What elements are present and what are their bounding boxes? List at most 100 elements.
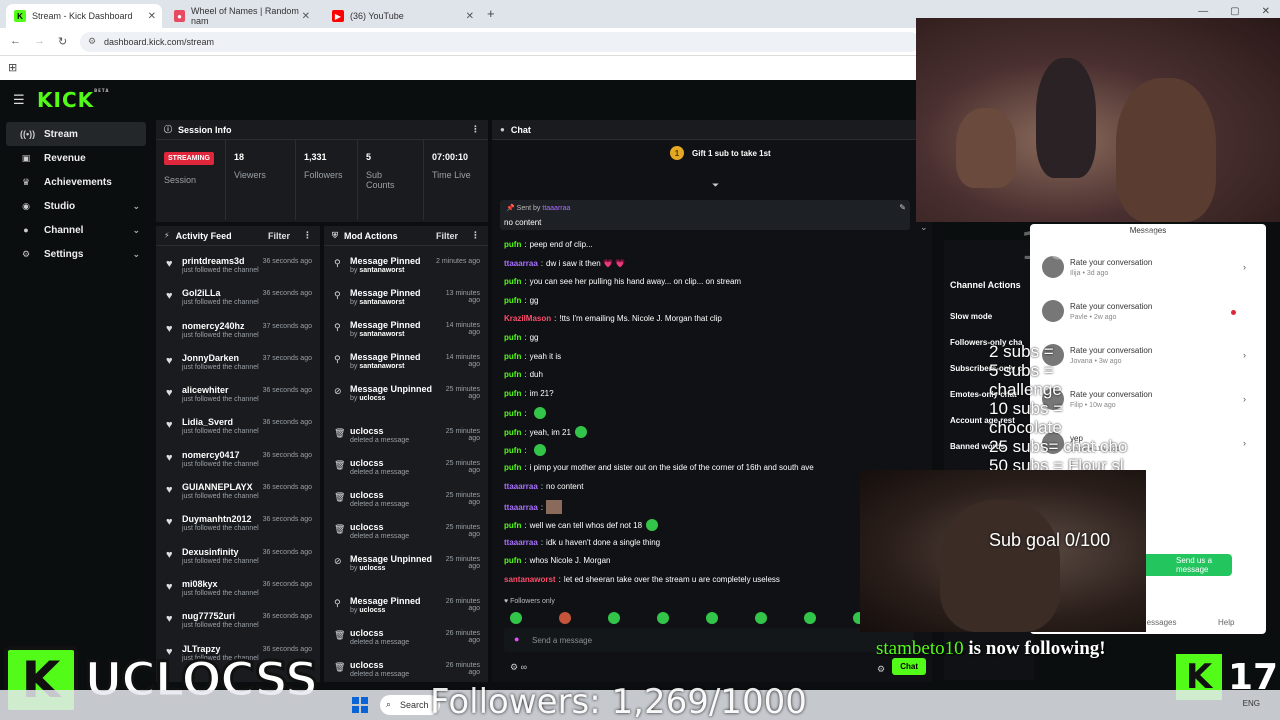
url-text: dashboard.kick.com/stream [104,37,215,47]
stat-value: 5 [366,152,372,162]
image-attachment[interactable] [546,500,563,514]
sidebar-item-settings[interactable]: ⚙ Settings ⌄ [6,242,146,266]
chat-username[interactable]: pufn [504,296,521,305]
slow-mode-toggle[interactable]: Slow mode [950,312,992,321]
chat-username[interactable]: santanaworst [504,575,556,584]
unread-dot [1231,310,1236,315]
emote-icon[interactable] [657,612,669,624]
chevron-down-icon[interactable]: ⌄ [920,222,928,233]
activity-item: ♥ JonnyDarken just followed the channel … [156,353,320,385]
sidebar-item-channel[interactable]: ● Channel ⌄ [6,218,146,242]
close-window-icon[interactable]: ✕ [1262,6,1270,17]
forward-icon[interactable]: → [34,35,45,47]
panel-header: ⛨ Mod Actions Filter ⋮ [324,226,488,246]
url-input[interactable]: ⚙ dashboard.kick.com/stream [80,32,920,52]
send-us-message-button[interactable]: Send us a message [1140,554,1232,576]
filter-button[interactable]: Filter [436,231,458,241]
maximize-icon[interactable]: ▢ [1230,6,1239,17]
more-menu-icon[interactable]: ⋮ [471,230,480,241]
chat-username[interactable]: pufn [504,409,521,418]
mod-action-title: uclocss [350,628,384,638]
chat-username[interactable]: pufn [504,277,521,286]
chat-username[interactable]: pufn [504,333,521,342]
chat-send-button[interactable]: Chat [892,658,926,675]
emote-icon[interactable] [559,612,571,624]
activity-description: just followed the channel [182,460,259,468]
chevron-right-icon: › [1243,438,1246,448]
conversation-row[interactable]: Rate your conversation Pavle • 2w ago [1040,292,1258,332]
trash-icon: 🗑 [334,460,346,470]
chat-username[interactable]: pufn [504,352,521,361]
windows-start-icon[interactable] [352,697,368,713]
chat-username[interactable]: pufn [504,556,521,565]
heart-icon: ♥ [166,258,173,270]
microphone-icon[interactable]: ● [514,634,519,644]
mod-action-title: Message Pinned [350,288,421,298]
sidebar-item-achievements[interactable]: ♛ Achievements [6,170,146,194]
emote-icon[interactable] [804,612,816,624]
chat-message: ttaaarraa: no content [504,482,584,491]
chat-text: yeah it is [529,352,562,361]
gear-icon[interactable]: ⚙ [877,664,885,675]
video-clip-overlay [860,470,1146,632]
heart-icon: ♥ [166,613,173,626]
activity-time: 36 seconds ago [262,290,312,298]
chat-username[interactable]: pufn [504,240,521,249]
minimize-icon[interactable]: — [1198,6,1208,17]
tab-youtube[interactable]: ▶ (36) YouTube ✕ [324,4,480,28]
chat-input[interactable]: ● Send a message [504,628,914,652]
emote-icon[interactable] [755,612,767,624]
mod-action-title: uclocss [350,490,384,500]
emote-icon[interactable] [706,612,718,624]
footer-help-tab[interactable]: Help [1218,618,1234,627]
unpin-icon[interactable]: ✎ [899,203,906,212]
kick-logo[interactable]: KICKBETA [37,88,109,112]
emote-icon [646,519,659,531]
close-icon[interactable]: ✕ [466,11,474,22]
chat-username[interactable]: pufn [504,521,521,530]
sidebar-item-studio[interactable]: ◉ Studio ⌄ [6,194,146,218]
apps-grid-icon[interactable]: ⊞ [8,61,17,74]
new-tab-button[interactable]: + [487,6,495,21]
chat-username[interactable]: pufn [504,370,521,379]
sidebar-item-revenue[interactable]: ▣ Revenue [6,146,146,170]
tab-kick-dashboard[interactable]: K Stream - Kick Dashboard ✕ [6,4,162,28]
chat-username[interactable]: ttaaarraa [504,503,538,512]
hamburger-menu-icon[interactable]: ☰ [13,92,25,108]
emote-icon[interactable] [510,612,522,624]
chat-username[interactable]: pufn [504,389,521,398]
mod-action-item: ⊘ Message Unpinned by uclocss 25 minutes… [324,554,488,596]
chat-username[interactable]: pufn [504,446,521,455]
mod-action-by: by santanaworst [350,267,405,274]
pin-icon: ⚲ [334,354,341,364]
status-badge: STREAMING [164,152,214,165]
sidebar-item-stream[interactable]: ((•)) Stream [6,122,146,146]
chat-message: ttaaarraa: [504,500,563,514]
chat-username[interactable]: ttaaarraa [504,259,538,268]
chat-message: pufn: i pimp your mother and sister out o… [504,463,814,472]
tab-title: (36) YouTube [350,11,404,21]
more-menu-icon[interactable]: ⋮ [471,124,480,135]
emote-icon[interactable] [608,612,620,624]
site-info-icon[interactable]: ⚙ [88,36,96,47]
back-icon[interactable]: ← [10,35,21,47]
activity-item: ♥ nomercy0417 just followed the channel … [156,450,320,482]
mod-action-by: deleted a message [350,671,410,678]
chat-username[interactable]: pufn [504,463,521,472]
mod-action-item: 🗑 uclocss deleted a message 25 minutes a… [324,426,488,458]
more-menu-icon[interactable]: ⋮ [303,230,312,241]
filter-button[interactable]: Filter [268,231,290,241]
trophy-icon: ♛ [21,176,31,187]
chat-username[interactable]: KrazilMason [504,314,551,323]
stat-label: Session [164,175,197,185]
chat-username[interactable]: pufn [504,428,521,437]
tab-wheel-of-names[interactable]: ● Wheel of Names | Random nam ✕ [166,4,316,28]
reload-icon[interactable]: ↻ [58,35,67,48]
chat-username[interactable]: ttaaarraa [504,538,538,547]
settings-icon[interactable]: ⚙ ∞ [510,662,527,673]
close-icon[interactable]: ✕ [302,11,310,22]
chat-username[interactable]: ttaaarraa [504,482,538,491]
collapse-icon[interactable]: ⏷ [712,180,719,191]
close-icon[interactable]: ✕ [148,11,156,22]
gift-sub-banner[interactable]: 1 Gift 1 sub to take 1st [670,146,771,160]
